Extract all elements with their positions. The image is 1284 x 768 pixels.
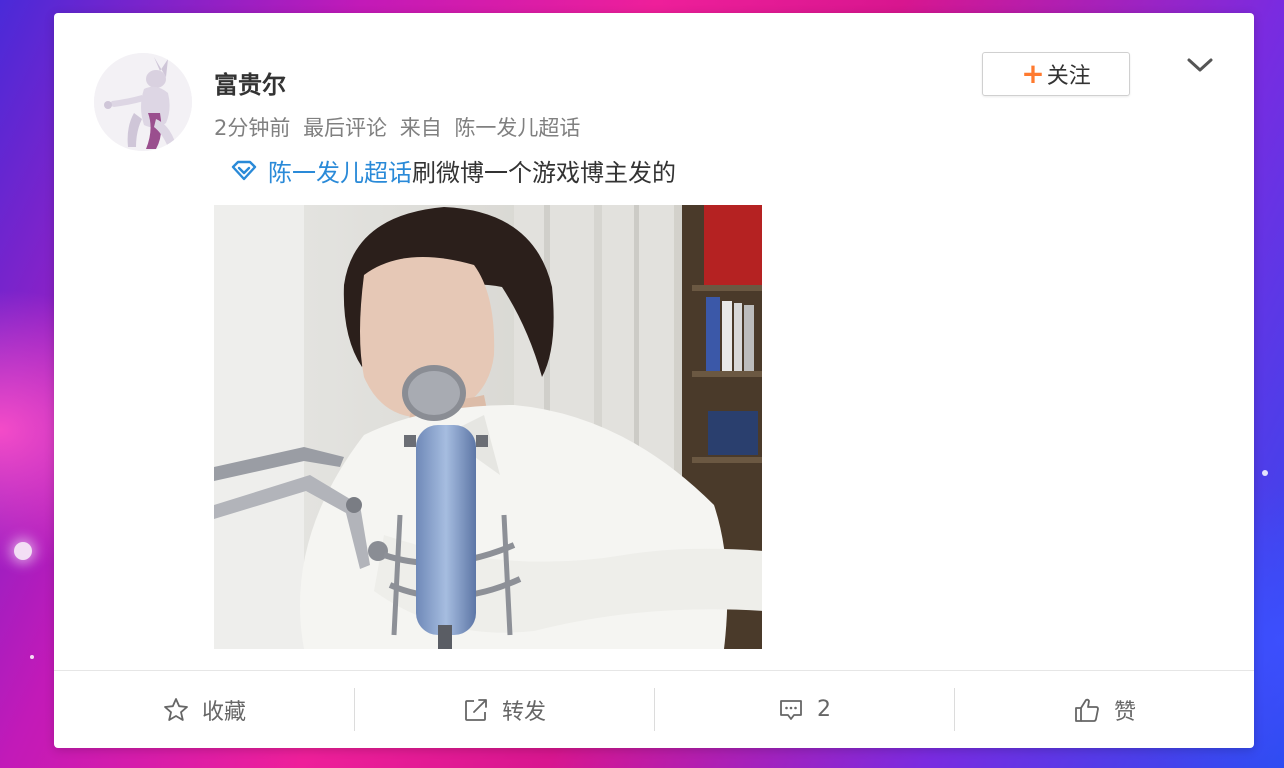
- post-image[interactable]: [214, 205, 762, 649]
- post-content: 陈一发儿超话 刷微博一个游戏博主发的: [230, 153, 676, 188]
- background-sparkle: [1262, 470, 1268, 476]
- repost-label: 转发: [501, 699, 546, 725]
- plus-icon: +: [1021, 57, 1045, 90]
- favorite-label: 收藏: [201, 699, 246, 725]
- share-icon: [465, 698, 487, 721]
- comment-icon: [780, 699, 802, 720]
- avatar-image: [94, 53, 192, 151]
- avatar[interactable]: [94, 53, 192, 151]
- post-photo: [214, 205, 762, 649]
- source-link[interactable]: 陈一发儿超话: [454, 116, 580, 140]
- last-comment-label: 最后评论: [303, 116, 388, 140]
- supertopic-icon: [231, 160, 257, 180]
- like-label: 赞: [1113, 699, 1136, 725]
- follow-label: 关注: [1046, 64, 1091, 89]
- chevron-down-icon[interactable]: [1184, 55, 1216, 75]
- repost-button[interactable]: 转发: [354, 671, 654, 748]
- thumbs-up-icon: [1075, 698, 1099, 722]
- comment-count: 2: [817, 697, 831, 722]
- source-prefix: 来自: [399, 116, 442, 140]
- favorite-button[interactable]: 收藏: [54, 671, 354, 748]
- like-button[interactable]: 赞: [954, 671, 1254, 748]
- comment-button[interactable]: 2: [654, 671, 954, 748]
- action-bar: 收藏 转发 2 赞: [54, 671, 1254, 748]
- post-text: 刷微博一个游戏博主发的: [412, 159, 676, 187]
- username[interactable]: 富贵尔: [214, 65, 286, 100]
- post-time[interactable]: 2分钟前: [214, 116, 290, 140]
- supertopic-link[interactable]: 陈一发儿超话: [268, 153, 412, 188]
- post-meta: 2分钟前 最后评论 来自 陈一发儿超话: [214, 112, 586, 142]
- background-sparkle: [30, 655, 34, 659]
- weibo-post-card: 富贵尔 2分钟前 最后评论 来自 陈一发儿超话 陈一发儿超话 刷微博一个游戏博主…: [54, 13, 1254, 748]
- background-sparkle: [14, 542, 32, 560]
- follow-button[interactable]: + 关注: [982, 52, 1130, 96]
- star-icon: [164, 697, 188, 721]
